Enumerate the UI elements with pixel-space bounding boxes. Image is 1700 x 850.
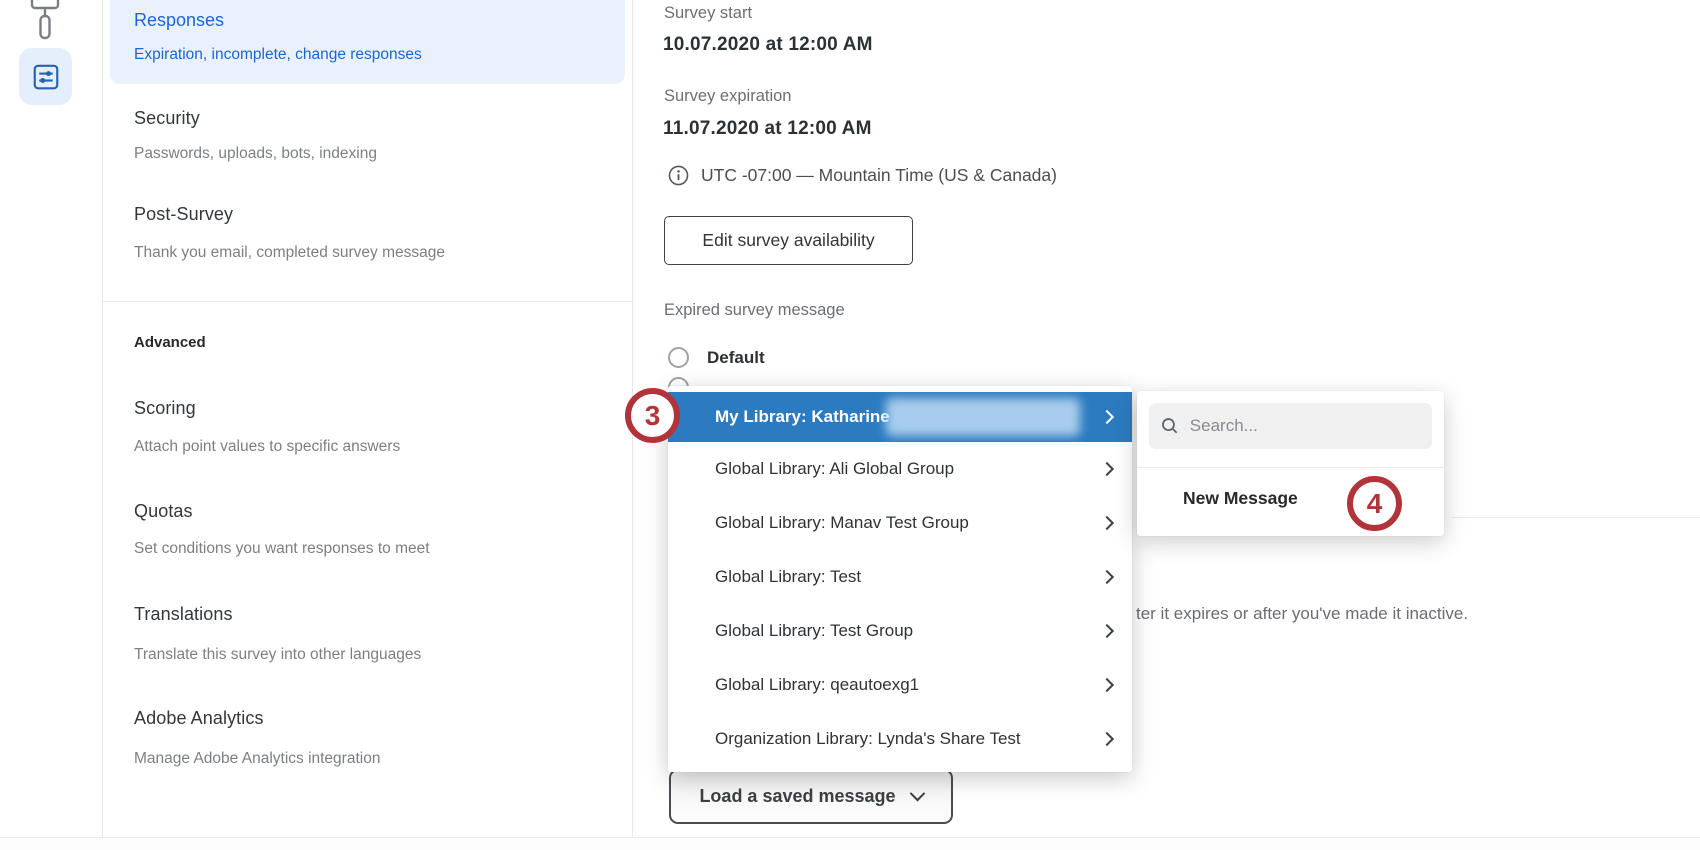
survey-start-value: 10.07.2020 at 12:00 AM <box>663 34 873 56</box>
expired-message-option-default[interactable]: Default <box>668 347 765 368</box>
search-icon <box>1161 416 1179 436</box>
menu-item-label: Organization Library: Lynda's Share Test <box>715 729 1021 749</box>
menu-item-label: Global Library: Test <box>715 567 861 587</box>
sidebar-item-subtitle: Expiration, incomplete, change responses <box>134 46 422 64</box>
sidebar-item-subtitle: Passwords, uploads, bots, indexing <box>134 145 377 163</box>
radio-default[interactable] <box>668 347 689 368</box>
chevron-right-icon <box>1100 624 1114 638</box>
redacted-name-blur <box>886 398 1080 436</box>
annotation-step-4: 4 <box>1347 476 1402 531</box>
sidebar-item-title: Scoring <box>134 398 196 419</box>
load-saved-message-button[interactable]: Load a saved message <box>669 769 953 824</box>
new-message-menu-item[interactable]: New Message <box>1183 488 1298 509</box>
sidebar-item-subtitle: Set conditions you want responses to mee… <box>134 540 430 558</box>
sidebar-item-title: Post-Survey <box>134 204 233 225</box>
menu-item-global-library-manav[interactable]: Global Library: Manav Test Group <box>668 496 1132 550</box>
menu-item-global-library-test-group[interactable]: Global Library: Test Group <box>668 604 1132 658</box>
survey-options-screen: Responses Expiration, incomplete, change… <box>0 0 1700 850</box>
menu-item-label: Global Library: Test Group <box>715 621 913 641</box>
saved-message-library-menu: My Library: Katharine Global Library: Al… <box>668 386 1132 772</box>
sidebar-item-responses[interactable]: Responses Expiration, incomplete, change… <box>110 0 625 84</box>
chevron-right-icon <box>1100 462 1114 476</box>
sidebar-item-title: Translations <box>134 604 233 625</box>
expired-survey-message-label: Expired survey message <box>664 301 845 320</box>
sidebar-section-divider <box>103 301 632 302</box>
section-divider-line <box>1452 517 1700 518</box>
footer-strip <box>0 837 1700 850</box>
submenu-search-box[interactable] <box>1149 403 1432 449</box>
menu-item-label: Global Library: qeautoexg1 <box>715 675 919 695</box>
menu-item-global-library-test[interactable]: Global Library: Test <box>668 550 1132 604</box>
sliders-icon <box>31 62 61 92</box>
survey-options-sliders-icon-button[interactable] <box>19 48 72 105</box>
timezone-text: UTC -07:00 — Mountain Time (US & Canada) <box>701 165 1057 186</box>
survey-expiration-value: 11.07.2020 at 12:00 AM <box>663 118 872 140</box>
menu-item-global-library-qeautoexg1[interactable]: Global Library: qeautoexg1 <box>668 658 1132 712</box>
menu-item-global-library-ali[interactable]: Global Library: Ali Global Group <box>668 442 1132 496</box>
load-saved-message-label: Load a saved message <box>699 786 895 807</box>
settings-sidebar: Responses Expiration, incomplete, change… <box>102 0 633 837</box>
chevron-right-icon <box>1100 732 1114 746</box>
chevron-right-icon <box>1100 570 1114 584</box>
chevron-right-icon <box>1100 410 1114 424</box>
menu-item-label: Global Library: Manav Test Group <box>715 513 969 533</box>
chevron-down-icon <box>909 786 925 802</box>
submenu-divider <box>1137 467 1444 468</box>
sidebar-item-title: Security <box>134 108 200 129</box>
annotation-step-3: 3 <box>625 388 680 443</box>
sidebar-item-subtitle: Manage Adobe Analytics integration <box>134 750 380 768</box>
info-icon <box>668 165 689 186</box>
sidebar-item-subtitle: Attach point values to specific answers <box>134 438 400 456</box>
menu-item-organization-library-lynda[interactable]: Organization Library: Lynda's Share Test <box>668 712 1132 766</box>
chevron-right-icon <box>1100 678 1114 692</box>
survey-start-label: Survey start <box>664 4 752 23</box>
radio-default-label: Default <box>707 348 765 368</box>
sidebar-item-subtitle: Translate this survey into other languag… <box>134 646 421 664</box>
sidebar-item-title: Adobe Analytics <box>134 708 264 729</box>
sidebar-item-title: Responses <box>134 10 224 31</box>
background-text-fragment: ter it expires or after you've made it i… <box>1136 604 1468 624</box>
sidebar-item-subtitle: Thank you email, completed survey messag… <box>134 244 445 262</box>
paint-roller-icon[interactable] <box>30 0 66 46</box>
menu-item-label: Global Library: Ali Global Group <box>715 459 954 479</box>
menu-item-label: My Library: Katharine <box>715 407 890 427</box>
chevron-right-icon <box>1100 516 1114 530</box>
icon-rail <box>0 0 102 837</box>
survey-expiration-label: Survey expiration <box>664 87 791 106</box>
menu-item-my-library[interactable]: My Library: Katharine <box>668 392 1132 442</box>
search-input[interactable] <box>1190 416 1420 436</box>
edit-survey-availability-button[interactable]: Edit survey availability <box>664 216 913 265</box>
timezone-row: UTC -07:00 — Mountain Time (US & Canada) <box>668 165 1057 186</box>
sidebar-item-title: Quotas <box>134 501 193 522</box>
sidebar-section-label: Advanced <box>134 334 206 351</box>
